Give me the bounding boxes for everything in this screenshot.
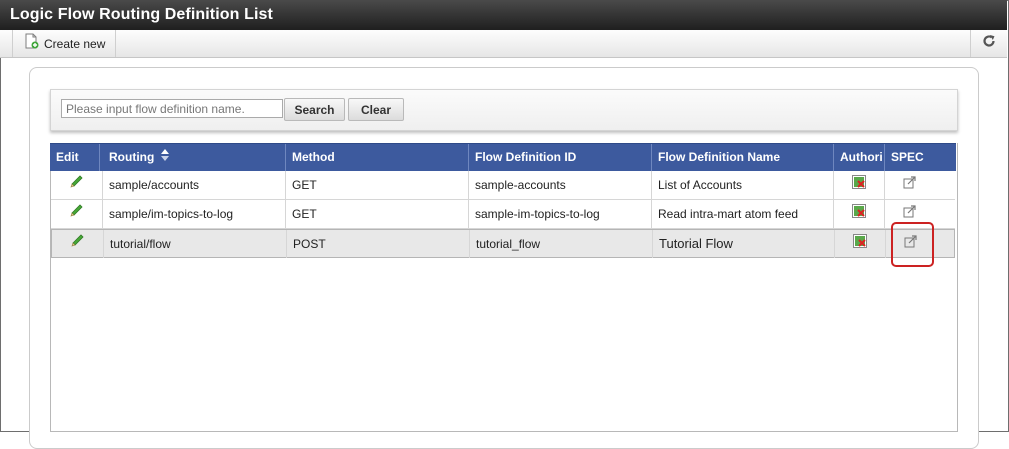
column-header-flow-id[interactable]: Flow Definition ID [469,144,652,171]
flow-name-cell: Tutorial Flow [653,230,835,258]
column-header-routing[interactable]: Routing [103,144,286,171]
authority-button[interactable] [834,171,885,199]
flow-id-cell: sample-im-topics-to-log [469,200,652,228]
title-bar: Logic Flow Routing Definition List [0,0,1007,30]
clear-button[interactable]: Clear [348,98,404,121]
column-header-flow-name[interactable]: Flow Definition Name [652,144,834,171]
flow-name-cell: Read intra-mart atom feed [652,200,834,228]
table-row[interactable]: sample/accounts GET sample-accounts List… [51,171,955,200]
search-button[interactable]: Search [284,98,345,121]
column-header-routing-label: Routing [109,150,155,164]
flow-id-cell: tutorial_flow [470,230,653,258]
external-link-icon [903,171,917,199]
method-cell: POST [287,230,470,258]
spec-highlight-box [891,222,934,267]
table-row[interactable]: sample/im-topics-to-log GET sample-im-to… [51,200,955,229]
toolbar: Create new [0,30,1007,58]
authority-icon [852,171,866,199]
create-new-button[interactable]: Create new [12,30,117,57]
routing-cell: sample/im-topics-to-log [103,200,286,228]
create-new-label: Create new [44,36,106,51]
refresh-icon [982,34,996,53]
authority-button[interactable] [835,230,886,258]
routing-cell: sample/accounts [103,171,286,199]
pencil-icon [70,230,86,258]
column-header-spec: SPEC [891,150,924,164]
table-row[interactable]: tutorial/flow POST tutorial_flow Tutoria… [51,229,955,258]
flow-name-cell: List of Accounts [652,171,834,199]
column-header-method[interactable]: Method [286,144,469,171]
column-header-authority: Authori [834,144,885,171]
authority-icon [853,230,867,258]
method-cell: GET [286,171,469,199]
edit-button[interactable] [51,171,103,199]
pencil-icon [69,200,85,228]
column-header-edit: Edit [50,144,100,171]
edit-button[interactable] [52,230,104,258]
authority-icon [852,200,866,228]
flow-id-cell: sample-accounts [469,171,652,199]
search-bar: Search Clear [50,89,958,131]
authority-button[interactable] [834,200,885,228]
method-cell: GET [286,200,469,228]
table-header: Edit Routing Method Flow Definition ID F… [50,143,956,171]
routing-cell: tutorial/flow [104,230,287,258]
spec-button[interactable] [885,171,935,199]
edit-button[interactable] [51,200,103,228]
page-title: Logic Flow Routing Definition List [10,6,273,23]
pencil-icon [69,171,85,199]
search-input[interactable] [61,99,283,118]
new-document-icon [25,33,39,54]
sort-arrows-icon[interactable] [160,144,169,171]
refresh-button[interactable] [970,30,1007,57]
